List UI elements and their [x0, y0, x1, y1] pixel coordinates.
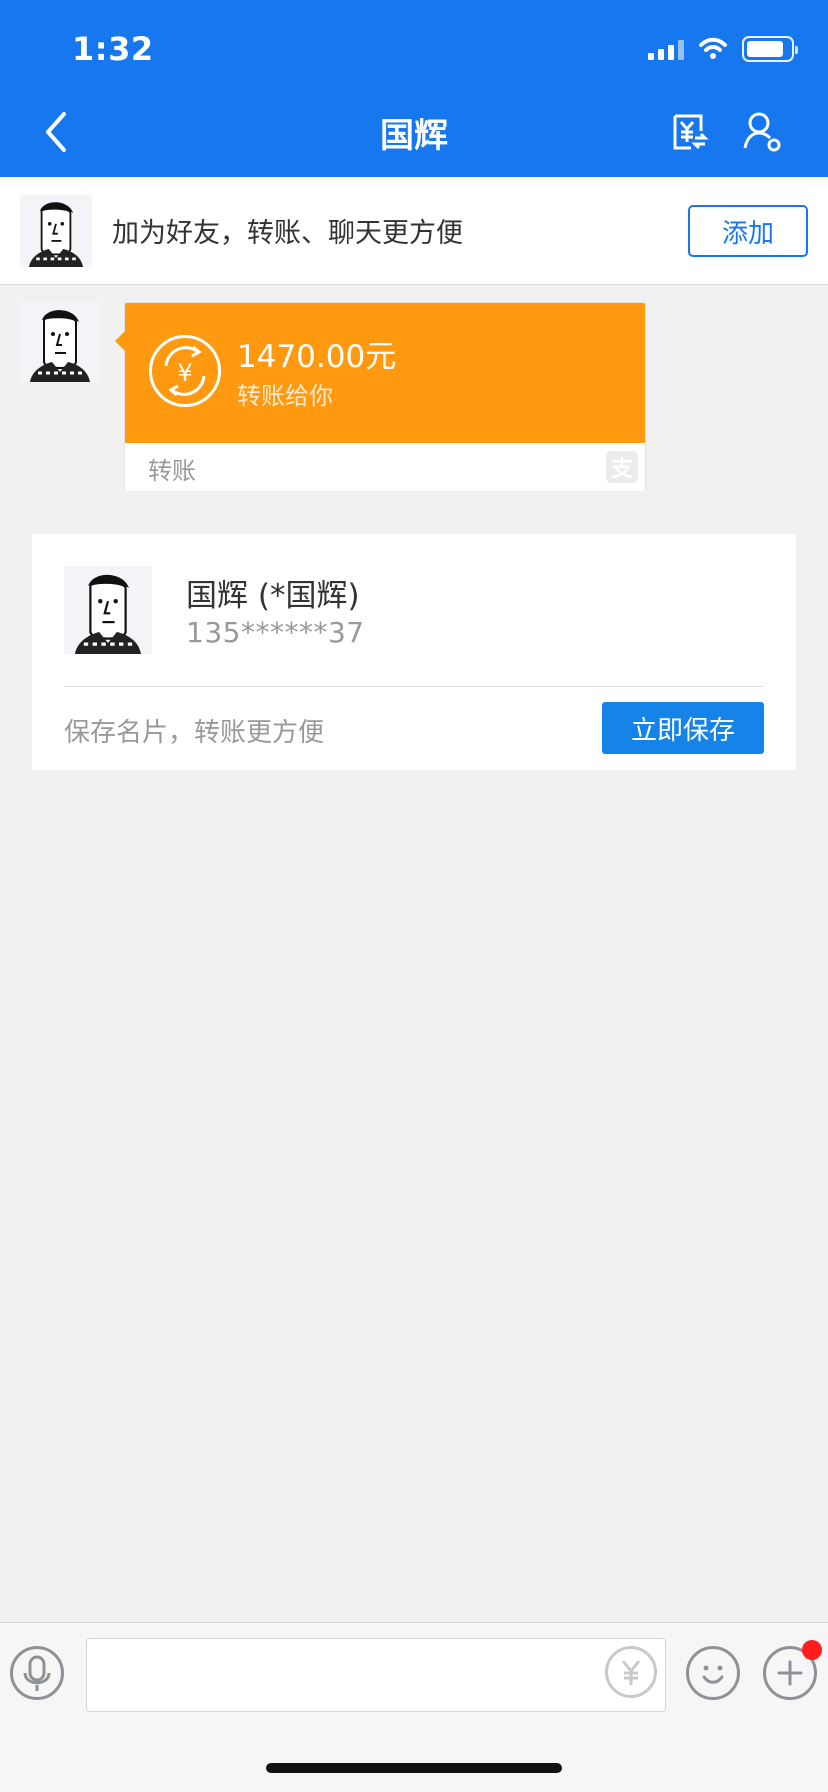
add-friend-banner: 加为好友，转账、聊天更方便 添加 [0, 177, 828, 285]
save-contact-button[interactable]: 立即保存 [602, 702, 764, 754]
nav-actions [666, 108, 784, 156]
transfer-footer: 转账 支 [125, 443, 645, 491]
quick-transfer-button[interactable] [605, 1646, 657, 1698]
status-icons [648, 34, 798, 64]
save-card-hint: 保存名片，转账更方便 [64, 718, 325, 748]
battery-icon [742, 36, 798, 62]
home-indicator[interactable] [266, 1763, 562, 1773]
contact-name: 国辉 (*国辉) [186, 578, 360, 614]
avatar [20, 195, 92, 267]
notification-dot [802, 1640, 822, 1660]
wifi-icon [699, 37, 727, 59]
add-friend-message: 加为好友，转账、聊天更方便 [112, 218, 463, 249]
yuan-circle-icon [621, 1660, 641, 1685]
transfer-label: 转账 [148, 457, 196, 485]
microphone-icon [23, 1655, 51, 1691]
plus-icon [777, 1660, 803, 1686]
transfer-subtitle: 转账给你 [237, 382, 333, 410]
transfer-summary: ¥ 1470.00元 转账给你 [115, 303, 645, 443]
transfer-message-bubble[interactable]: ¥ 1470.00元 转账给你 转账 支 [115, 302, 646, 491]
svg-text:¥: ¥ [177, 359, 192, 387]
top-navigation-bar: 1:32 国辉 [0, 0, 828, 177]
emoji-button[interactable] [686, 1646, 740, 1700]
chat-screen: 1:32 国辉 加为好友，转账、聊天更方便 添加 ¥ 1470.00元 转账给你… [0, 0, 828, 1792]
bubble-pointer [115, 331, 125, 351]
cellular-signal-icon [648, 38, 684, 60]
message-input[interactable] [86, 1638, 666, 1712]
profile-settings-button[interactable] [740, 108, 784, 156]
contact-phone: 135******37 [186, 616, 365, 649]
smile-icon [702, 1665, 724, 1684]
status-time: 1:32 [72, 30, 154, 68]
yuan-transfer-icon [673, 114, 709, 150]
transfer-amount: 1470.00元 [237, 339, 397, 375]
yuan-exchange-icon: ¥ [149, 335, 221, 407]
sender-avatar[interactable] [20, 302, 100, 382]
contact-card: 国辉 (*国辉) 135******37 保存名片，转账更方便 立即保存 [32, 534, 796, 770]
voice-button[interactable] [10, 1646, 64, 1700]
contact-avatar[interactable] [64, 566, 152, 654]
person-settings-icon [743, 112, 781, 152]
add-friend-button[interactable]: 添加 [688, 205, 808, 257]
card-divider [64, 686, 764, 687]
transfer-button[interactable] [666, 108, 710, 156]
alipay-logo-icon: 支 [606, 451, 638, 483]
